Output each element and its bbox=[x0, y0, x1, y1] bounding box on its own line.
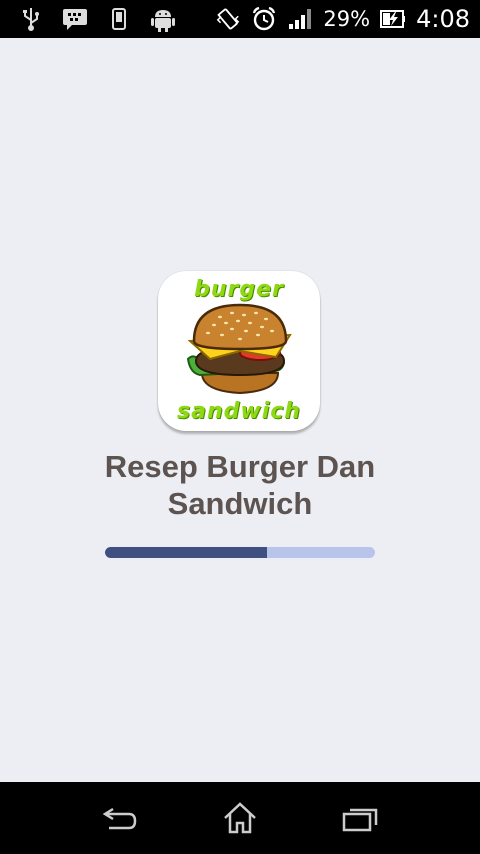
back-button[interactable] bbox=[98, 798, 142, 838]
vibrate-icon bbox=[215, 6, 241, 32]
status-bar: 29% 4:08 bbox=[0, 0, 480, 38]
logo-text-sandwich: sandwich bbox=[177, 399, 301, 424]
notification-icons bbox=[18, 4, 176, 34]
navigation-bar bbox=[0, 782, 480, 854]
progress-fill bbox=[105, 547, 267, 558]
system-indicators: 29% 4:08 bbox=[215, 4, 470, 34]
loading-progress-bar bbox=[105, 547, 375, 558]
burger-icon bbox=[186, 303, 292, 395]
signal-icon bbox=[287, 6, 313, 32]
app-title: Resep Burger Dan Sandwich bbox=[40, 448, 440, 522]
recent-apps-icon bbox=[342, 808, 378, 832]
splash-screen: burger sandwich Resep Burger Dan Sandwic… bbox=[0, 38, 480, 782]
app-title-line2: Sandwich bbox=[167, 486, 313, 521]
bbm-chat-icon bbox=[62, 6, 88, 32]
home-button[interactable] bbox=[218, 798, 262, 838]
clock-time: 4:08 bbox=[416, 5, 470, 33]
app-logo: burger sandwich bbox=[158, 271, 320, 431]
back-icon bbox=[102, 807, 137, 830]
usb-icon bbox=[18, 6, 44, 32]
home-icon bbox=[224, 802, 256, 834]
app-title-line1: Resep Burger Dan bbox=[104, 449, 376, 484]
battery-percent: 29% bbox=[323, 7, 371, 31]
phone-icon bbox=[106, 6, 132, 32]
logo-text-burger: burger bbox=[194, 277, 284, 302]
recent-apps-button[interactable] bbox=[338, 798, 382, 838]
alarm-icon bbox=[251, 6, 277, 32]
battery-charging-icon bbox=[380, 6, 406, 32]
android-debug-icon bbox=[150, 6, 176, 32]
